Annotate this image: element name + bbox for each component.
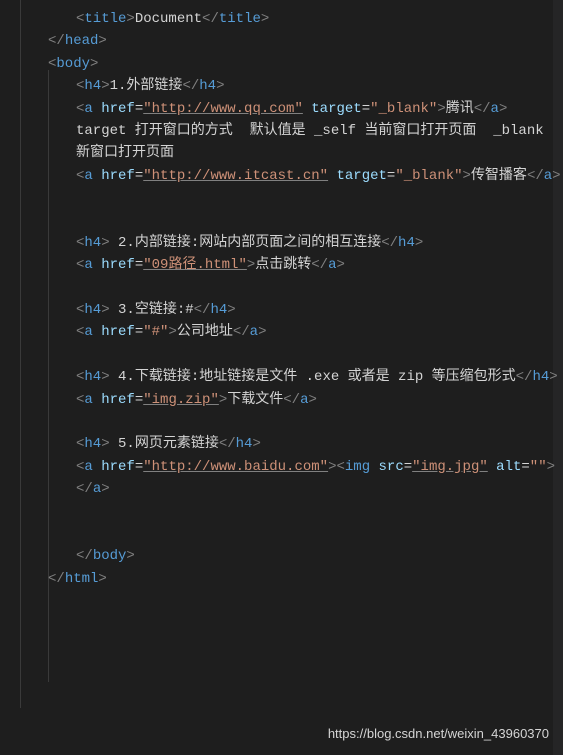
code-line: </body> [20, 545, 563, 567]
blank-line [20, 210, 563, 232]
code-line: <h4> 3.空链接:#</h4> [20, 299, 563, 321]
code-line: <h4> 4.下载链接:地址链接是文件 .exe 或者是 zip 等压缩包形式<… [20, 366, 563, 388]
code-line: <h4> 2.内部链接:网站内部页面之间的相互连接</h4> [20, 232, 563, 254]
code-line: </html> [20, 568, 563, 590]
code-line: <a href="http://www.itcast.cn" target="_… [20, 165, 563, 187]
blank-line [20, 501, 563, 523]
blank-line [20, 187, 563, 209]
blank-line [20, 411, 563, 433]
code-line: <h4>1.外部链接</h4> [20, 75, 563, 97]
code-line: <a href="http://www.baidu.com"><img src=… [20, 456, 563, 501]
code-line: <title>Document</title> [20, 8, 563, 30]
code-line: <a href="img.zip">下载文件</a> [20, 389, 563, 411]
code-line: <a href="http://www.qq.com" target="_bla… [20, 98, 563, 120]
code-line: <a href="09路径.html">点击跳转</a> [20, 254, 563, 276]
code-line: <body> [20, 53, 563, 75]
code-line: </head> [20, 30, 563, 52]
code-line: target 打开窗口的方式 默认值是 _self 当前窗口打开页面 _blan… [20, 120, 563, 165]
blank-line [20, 277, 563, 299]
watermark: https://blog.csdn.net/weixin_43960370 [328, 724, 549, 745]
code-line: <h4> 5.网页元素链接</h4> [20, 433, 563, 455]
code-line: <a href="#">公司地址</a> [20, 321, 563, 343]
blank-line [20, 344, 563, 366]
code-editor[interactable]: <title>Document</title> </head> <body> <… [0, 0, 563, 590]
blank-line [20, 523, 563, 545]
